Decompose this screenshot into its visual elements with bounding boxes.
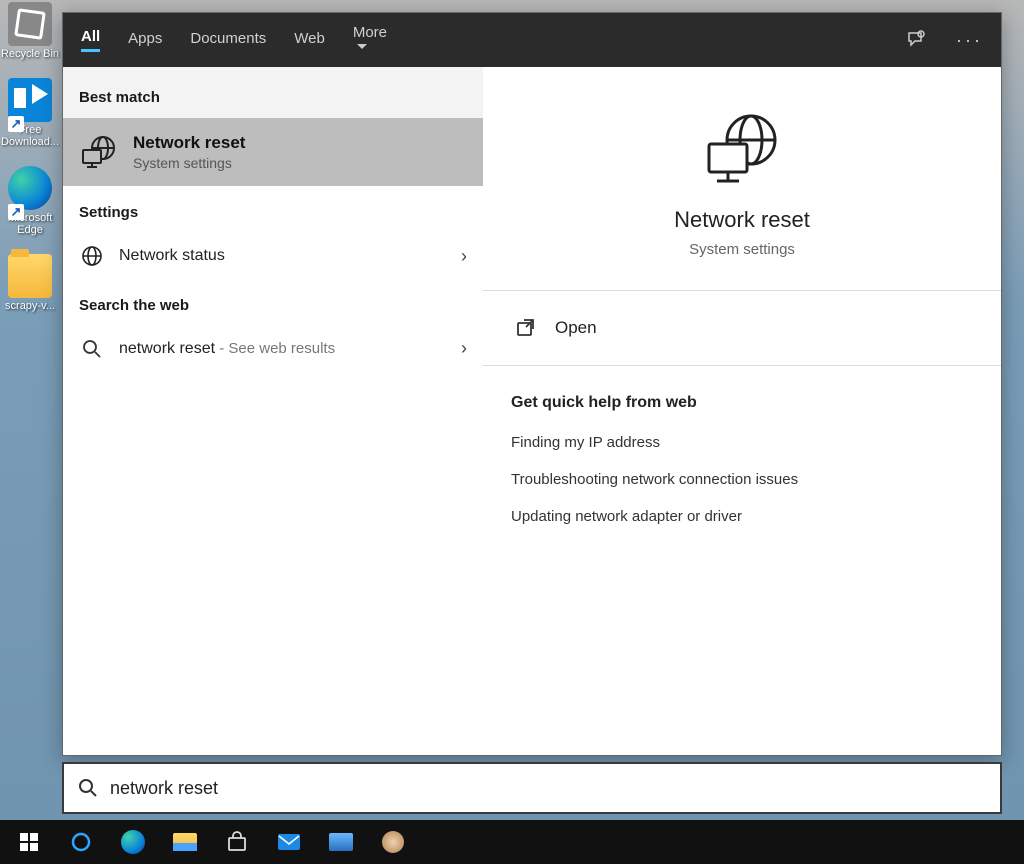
taskbar-app-1[interactable] bbox=[316, 820, 366, 864]
section-header-settings: Settings bbox=[63, 186, 483, 233]
open-label: Open bbox=[555, 318, 597, 338]
tab-apps[interactable]: Apps bbox=[128, 30, 162, 51]
network-reset-icon bbox=[79, 132, 119, 172]
edge-icon bbox=[121, 830, 145, 854]
file-explorer-icon bbox=[173, 833, 197, 851]
desktop-icon-fdm[interactable]: ↗ Free Download... bbox=[0, 78, 60, 148]
mail-icon bbox=[277, 833, 301, 851]
desktop-icon-edge[interactable]: ↗ Microsoft Edge bbox=[0, 166, 60, 236]
best-match-title: Network reset bbox=[133, 133, 245, 153]
tab-web[interactable]: Web bbox=[294, 30, 325, 51]
taskbar-mail[interactable] bbox=[264, 820, 314, 864]
taskbar-edge[interactable] bbox=[108, 820, 158, 864]
chevron-down-icon bbox=[356, 41, 368, 53]
open-button[interactable]: Open bbox=[511, 291, 973, 365]
tab-more[interactable]: More bbox=[353, 24, 387, 57]
tab-documents[interactable]: Documents bbox=[190, 30, 266, 51]
app-icon bbox=[329, 833, 353, 851]
result-preview-pane: Network reset System settings Open Get q… bbox=[483, 67, 1001, 755]
search-tabs: All Apps Documents Web More ··· bbox=[63, 13, 1001, 67]
more-options-icon[interactable]: ··· bbox=[956, 30, 983, 51]
chevron-right-icon: › bbox=[461, 338, 467, 359]
recycle-bin-icon bbox=[8, 2, 52, 46]
taskbar-app-2[interactable] bbox=[368, 820, 418, 864]
results-list: Best match Network reset System settings bbox=[63, 67, 483, 755]
help-link[interactable]: Updating network adapter or driver bbox=[511, 498, 973, 535]
taskbar bbox=[0, 820, 1024, 864]
web-query-suffix: - See web results bbox=[215, 340, 335, 357]
quick-help-header: Get quick help from web bbox=[511, 366, 973, 424]
cortana-icon bbox=[71, 832, 91, 852]
desktop: Recycle Bin ↗ Free Download... ↗ Microso… bbox=[0, 0, 62, 820]
desktop-icon-recycle-bin[interactable]: Recycle Bin bbox=[0, 2, 60, 60]
feedback-icon[interactable] bbox=[906, 30, 926, 50]
preview-subtitle: System settings bbox=[511, 241, 973, 258]
settings-result-network-status[interactable]: Network status › bbox=[63, 233, 483, 279]
best-match-subtitle: System settings bbox=[133, 155, 245, 171]
search-icon bbox=[79, 339, 105, 359]
folder-icon bbox=[8, 254, 52, 298]
desktop-icon-label: Recycle Bin bbox=[0, 48, 60, 60]
search-icon bbox=[78, 778, 98, 798]
network-reset-icon bbox=[702, 109, 782, 189]
search-bar[interactable] bbox=[62, 762, 1002, 814]
web-result-network-reset[interactable]: network reset - See web results › bbox=[63, 326, 483, 371]
section-header-search-web: Search the web bbox=[63, 279, 483, 326]
shortcut-arrow-icon: ↗ bbox=[8, 116, 24, 132]
search-input[interactable] bbox=[110, 778, 986, 799]
globe-icon bbox=[79, 245, 105, 267]
chevron-right-icon: › bbox=[461, 246, 467, 267]
web-query-text: network reset bbox=[119, 340, 215, 357]
row-label: Network status bbox=[119, 247, 447, 265]
search-results-panel: All Apps Documents Web More ··· Best mat… bbox=[62, 12, 1002, 756]
tab-more-label: More bbox=[353, 24, 387, 41]
desktop-icon-label: scrapy-v... bbox=[0, 300, 60, 312]
help-link[interactable]: Troubleshooting network connection issue… bbox=[511, 461, 973, 498]
desktop-icon-folder[interactable]: scrapy-v... bbox=[0, 254, 60, 312]
shortcut-arrow-icon: ↗ bbox=[8, 204, 24, 220]
store-icon bbox=[226, 831, 248, 853]
taskbar-store[interactable] bbox=[212, 820, 262, 864]
row-label: network reset - See web results bbox=[119, 340, 447, 358]
help-link[interactable]: Finding my IP address bbox=[511, 424, 973, 461]
windows-logo-icon bbox=[20, 833, 38, 851]
section-header-best-match: Best match bbox=[63, 67, 483, 118]
start-button[interactable] bbox=[4, 820, 54, 864]
tab-all[interactable]: All bbox=[81, 28, 100, 52]
taskbar-file-explorer[interactable] bbox=[160, 820, 210, 864]
taskbar-cortana[interactable] bbox=[56, 820, 106, 864]
open-external-icon bbox=[515, 317, 537, 339]
preview-title: Network reset bbox=[511, 207, 973, 233]
app-icon bbox=[382, 831, 404, 853]
best-match-result[interactable]: Network reset System settings bbox=[63, 118, 483, 186]
